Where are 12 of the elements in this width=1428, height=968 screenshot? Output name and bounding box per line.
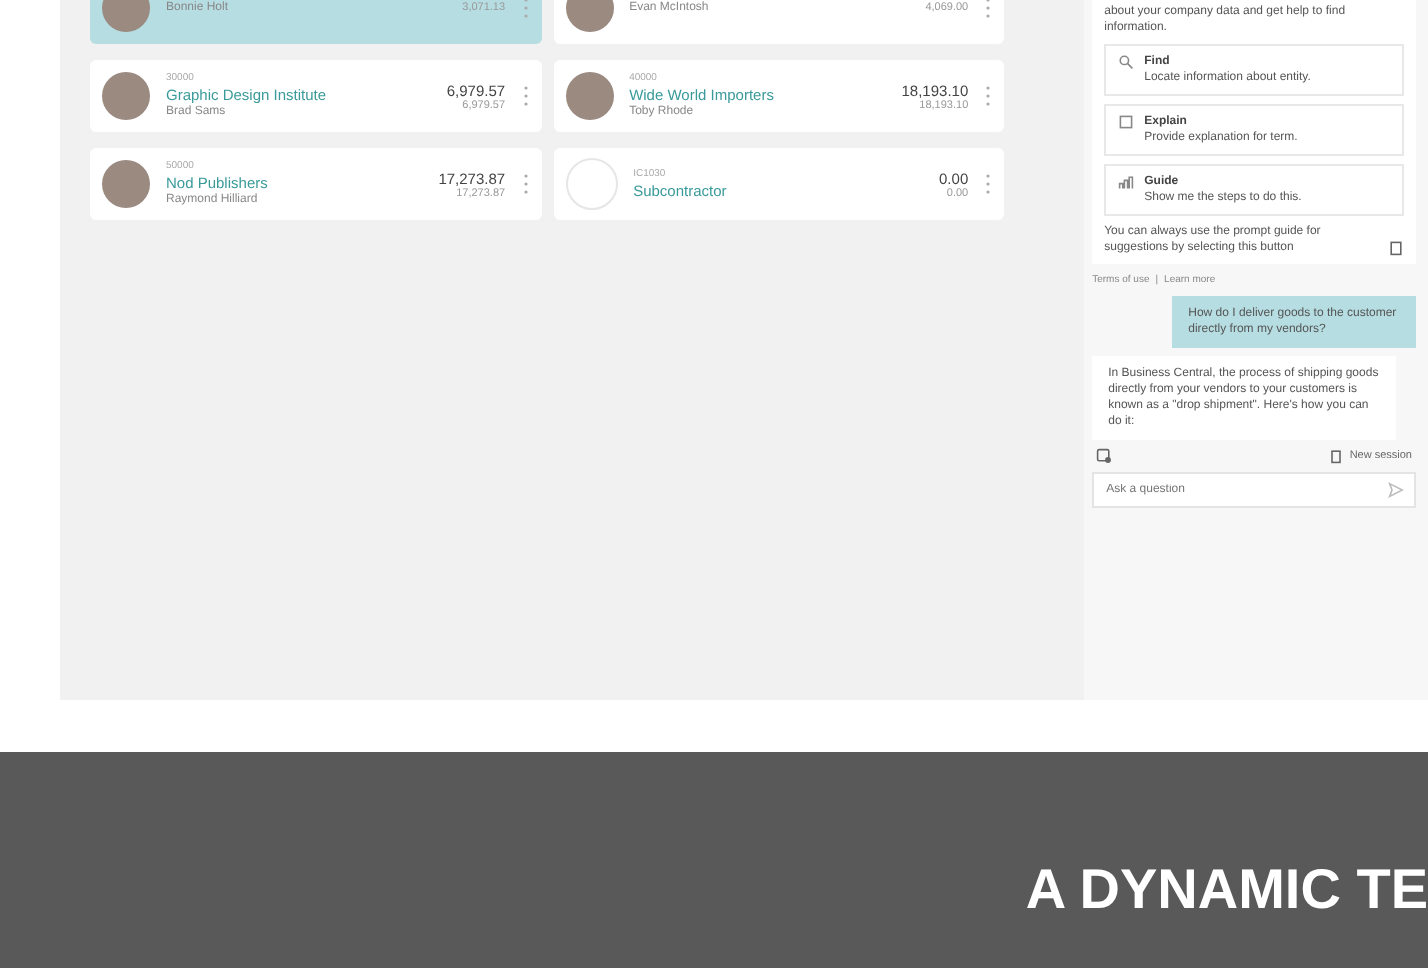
avatar-placeholder [565,72,614,120]
avatar-placeholder [102,160,150,208]
more-icon[interactable] [984,84,993,108]
more-icon[interactable] [521,84,530,108]
avatar-placeholder [102,72,150,120]
banner-heading: A DYNAMIC TE [1025,858,1428,922]
search-icon [1118,54,1135,70]
more-icon[interactable] [984,172,993,196]
more-icon[interactable] [521,172,530,196]
send-icon[interactable] [1388,482,1404,498]
avatar-placeholder [565,158,618,210]
steps-icon [1118,174,1135,190]
